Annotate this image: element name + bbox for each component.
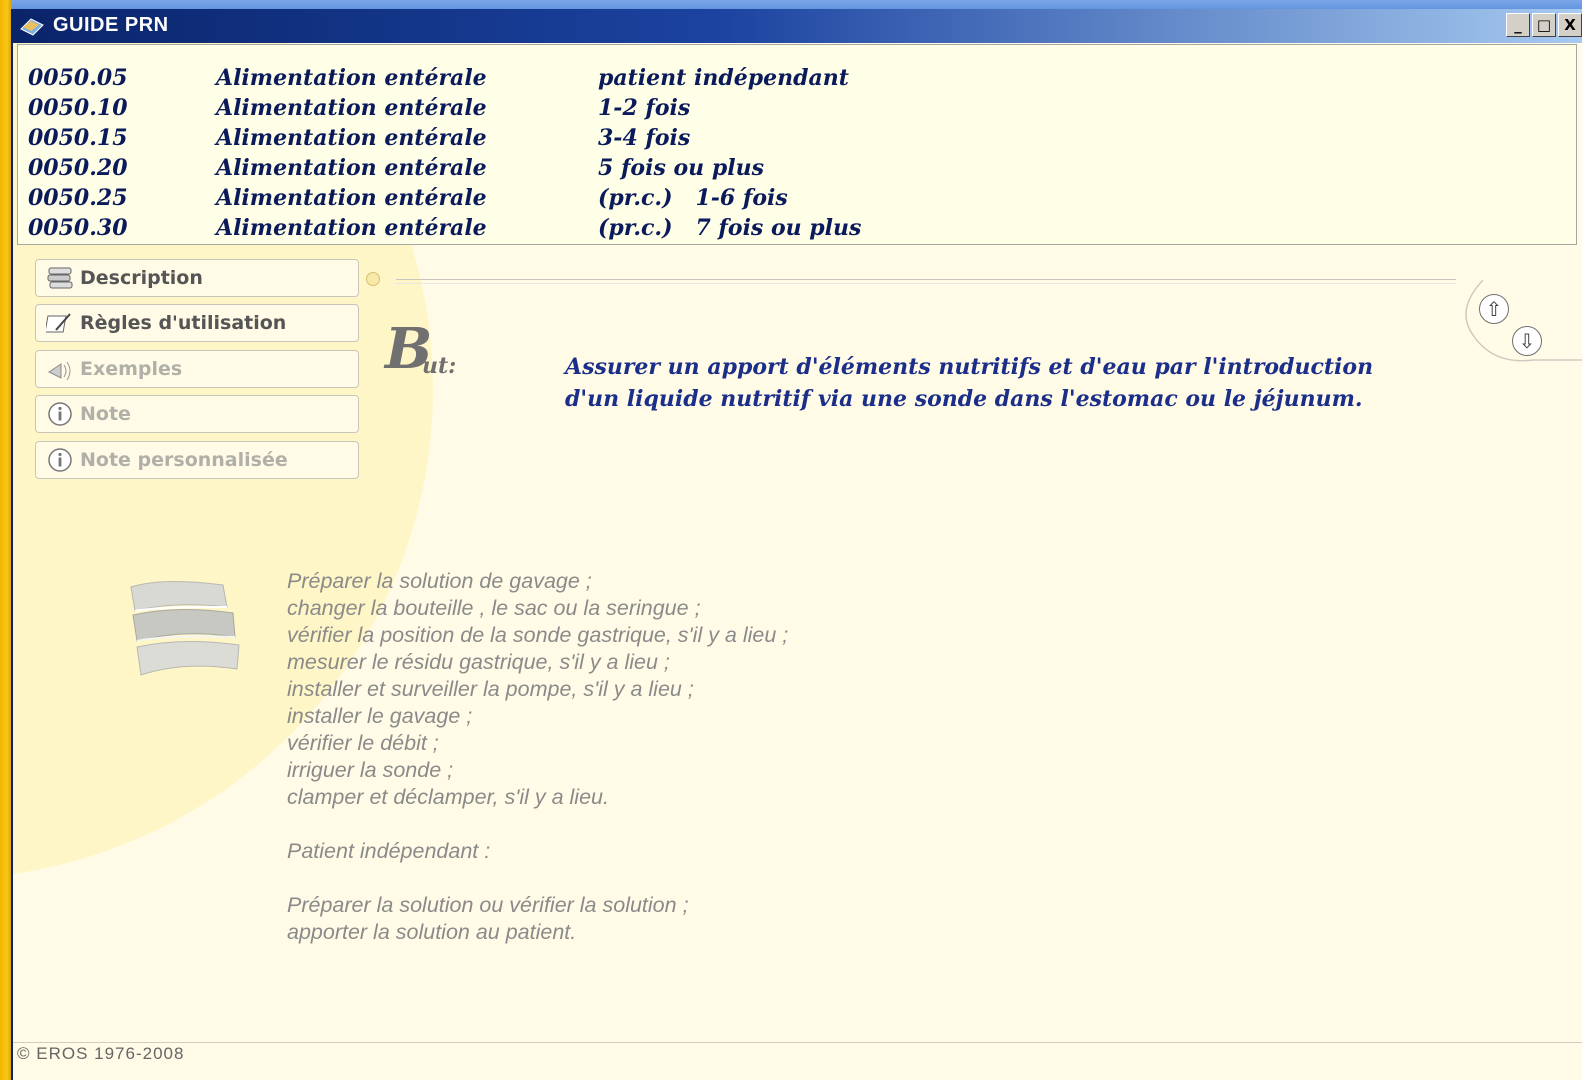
step-line: mesurer le résidu gastrique, s'il y a li… — [287, 650, 670, 674]
usage-rules-label: Règles d'utilisation — [80, 312, 287, 334]
step-line — [287, 865, 788, 892]
books-icon — [46, 264, 74, 292]
code-row[interactable]: 0050.30 Alimentation entérale (pr.c.) 7 … — [18, 215, 1576, 245]
code-number: 0050.15 — [28, 125, 128, 151]
code-number: 0050.25 — [28, 185, 128, 211]
section-heading-rest: ut: — [422, 353, 457, 379]
step-line: installer et surveiller la pompe, s'il y… — [287, 677, 694, 701]
step-line: changer la bouteille , le sac ou la seri… — [287, 596, 701, 620]
window-title: GUIDE PRN — [53, 14, 169, 36]
description-label: Description — [80, 267, 203, 289]
detail-panel: Description Règles d'utilisation Exemple… — [13, 246, 1582, 1046]
step-line: vérifier le débit ; — [287, 731, 439, 755]
step-line — [287, 811, 788, 838]
code-detail: (pr.c.) 1-6 fois — [598, 185, 788, 211]
code-number: 0050.05 — [28, 65, 128, 91]
app-icon — [20, 18, 44, 36]
info-icon — [46, 400, 74, 428]
purpose-text: Assurer un apport d'éléments nutritifs e… — [565, 351, 1465, 415]
code-row[interactable]: 0050.20 Alimentation entérale 5 fois ou … — [18, 155, 1576, 185]
code-detail: (pr.c.) 7 fois ou plus — [598, 215, 862, 241]
code-row[interactable]: 0050.10 Alimentation entérale 1-2 fois — [18, 95, 1576, 125]
step-line: apporter la solution au patient. — [287, 920, 577, 944]
maximize-button[interactable]: □ — [1532, 13, 1556, 37]
code-row[interactable]: 0050.05 Alimentation entérale patient in… — [18, 65, 1576, 95]
code-detail: 1-2 fois — [598, 95, 691, 121]
purpose-line: d'un liquide nutritif via une sonde dans… — [565, 386, 1363, 412]
scroll-up-button[interactable]: ⇧ — [1479, 294, 1509, 324]
note-label: Note — [80, 403, 131, 425]
note-button[interactable]: Note — [35, 395, 359, 433]
code-list: 0050.05 Alimentation entérale patient in… — [17, 44, 1577, 245]
section-indicator-dot — [366, 272, 380, 286]
copyright-footer: © EROS 1976-2008 — [17, 1044, 185, 1063]
code-number: 0050.20 — [28, 155, 128, 181]
guide-prn-window: GUIDE PRN _ □ X 0050.05 Alimentation ent… — [11, 9, 1582, 1080]
usage-rules-button[interactable]: Règles d'utilisation — [35, 304, 359, 342]
code-number: 0050.10 — [28, 95, 128, 121]
code-name: Alimentation entérale — [216, 125, 487, 151]
step-line: installer le gavage ; — [287, 704, 473, 728]
examples-button[interactable]: Exemples — [35, 350, 359, 388]
code-name: Alimentation entérale — [216, 65, 487, 91]
procedure-steps: Préparer la solution de gavage ; changer… — [287, 568, 788, 946]
code-detail: 5 fois ou plus — [598, 155, 764, 181]
pencil-note-icon — [46, 309, 74, 337]
title-bar[interactable]: GUIDE PRN _ □ X — [13, 9, 1582, 43]
step-line: Patient indépendant : — [287, 839, 491, 863]
step-line: irriguer la sonde ; — [287, 758, 454, 782]
step-line: Préparer la solution de gavage ; — [287, 569, 592, 593]
code-detail: 3-4 fois — [598, 125, 691, 151]
custom-note-button[interactable]: Note personnalisée — [35, 441, 359, 479]
purpose-line: Assurer un apport d'éléments nutritifs e… — [565, 354, 1374, 380]
step-line: vérifier la position de la sonde gastriq… — [287, 623, 789, 647]
divider — [396, 279, 1456, 284]
description-button[interactable]: Description — [35, 259, 359, 297]
close-button[interactable]: X — [1558, 13, 1582, 37]
scroll-controls-frame — [1465, 280, 1582, 362]
code-row[interactable]: 0050.15 Alimentation entérale 3-4 fois — [18, 125, 1576, 155]
code-name: Alimentation entérale — [216, 215, 487, 241]
step-line: clamper et déclamper, s'il y a lieu. — [287, 785, 609, 809]
code-name: Alimentation entérale — [216, 155, 487, 181]
code-name: Alimentation entérale — [216, 95, 487, 121]
code-number: 0050.30 — [28, 215, 128, 241]
megaphone-icon — [46, 355, 74, 383]
code-name: Alimentation entérale — [216, 185, 487, 211]
examples-label: Exemples — [80, 358, 183, 380]
scroll-down-button[interactable]: ⇩ — [1512, 326, 1542, 356]
code-detail: patient indépendant — [598, 65, 849, 91]
info-icon — [46, 446, 74, 474]
books-illustration-icon — [130, 580, 240, 676]
code-row[interactable]: 0050.25 Alimentation entérale (pr.c.) 1-… — [18, 185, 1576, 215]
custom-note-label: Note personnalisée — [80, 449, 288, 471]
minimize-button[interactable]: _ — [1506, 13, 1530, 37]
footer-divider — [13, 1042, 1582, 1043]
window-controls: _ □ X — [1506, 13, 1582, 37]
step-line: Préparer la solution ou vérifier la solu… — [287, 893, 689, 917]
